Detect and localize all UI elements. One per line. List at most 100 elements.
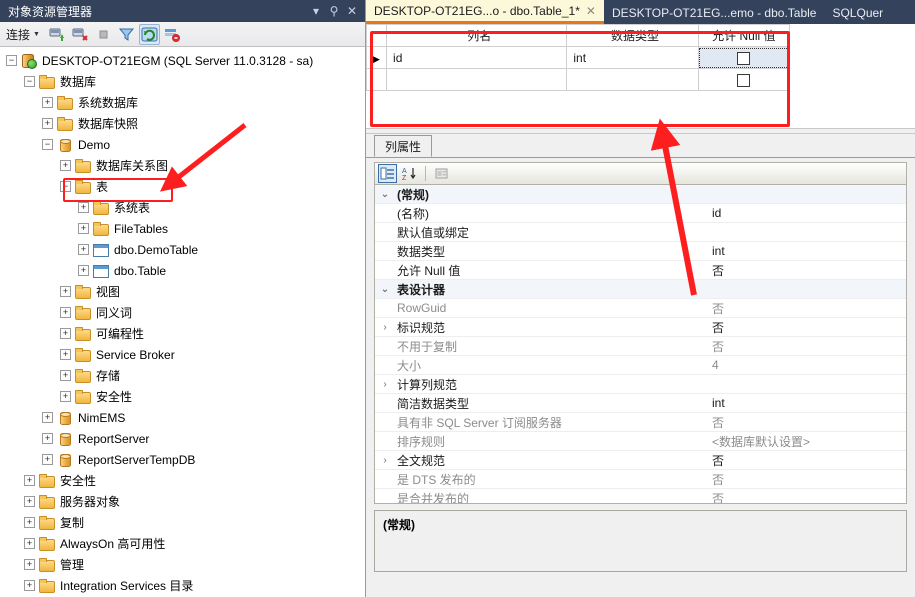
category-chevron-icon[interactable]: ⌄ (375, 284, 395, 295)
document-tab[interactable]: DESKTOP-OT21EG...emo - dbo.Table (604, 2, 825, 24)
tree-node[interactable]: + Integration Services 目录 (0, 575, 365, 596)
property-row[interactable]: 允许 Null 值 否 (375, 261, 906, 280)
tree-node[interactable]: + ReportServerTempDB (0, 449, 365, 470)
collapse-icon[interactable]: − (6, 55, 17, 66)
expand-icon[interactable]: + (42, 412, 53, 423)
tree-node[interactable]: − 表 (0, 176, 365, 197)
expand-chevron-icon[interactable]: › (375, 455, 395, 466)
property-value[interactable]: <数据库默认设置> (706, 433, 906, 450)
property-value[interactable]: 否 (706, 490, 906, 504)
collapse-icon[interactable]: − (60, 181, 71, 192)
expand-icon[interactable]: + (24, 559, 35, 570)
expand-icon[interactable]: + (60, 307, 71, 318)
tree-node[interactable]: + 系统表 (0, 197, 365, 218)
expand-icon[interactable]: + (78, 202, 89, 213)
cell-allow-null[interactable] (697, 46, 791, 69)
property-row[interactable]: 是合并发布的 否 (375, 489, 906, 504)
expand-icon[interactable]: + (42, 454, 53, 465)
property-value[interactable]: int (706, 396, 906, 410)
cell-data-type[interactable] (566, 68, 699, 91)
connect-object-explorer-icon[interactable] (47, 24, 68, 45)
tree-node[interactable]: + 服务器对象 (0, 491, 365, 512)
property-category-row[interactable]: ⌄ (常规) (375, 185, 906, 204)
property-value[interactable]: 否 (706, 452, 906, 469)
property-row[interactable]: 具有非 SQL Server 订阅服务器 否 (375, 413, 906, 432)
filter-icon[interactable] (116, 24, 137, 45)
tree-node[interactable]: + AlwaysOn 高可用性 (0, 533, 365, 554)
expand-icon[interactable]: + (24, 517, 35, 528)
tree-node[interactable]: + 复制 (0, 512, 365, 533)
property-value[interactable]: 否 (706, 262, 906, 279)
allow-null-checkbox[interactable] (737, 73, 751, 87)
tree-node[interactable]: − Demo (0, 134, 365, 155)
tree-node[interactable]: + 安全性 (0, 386, 365, 407)
document-tab[interactable]: DESKTOP-OT21EG...o - dbo.Table_1* ✕ (366, 0, 604, 24)
table-designer-grid[interactable]: 列名 数据类型 允许 Null 值 ▶ id int (365, 24, 791, 91)
tree-node[interactable]: + 存储 (0, 365, 365, 386)
tree-node[interactable]: − DESKTOP-OT21EGM (SQL Server 11.0.3128 -… (0, 50, 365, 71)
property-row[interactable]: 不用于复制 否 (375, 337, 906, 356)
pin-icon[interactable]: ⚲ (325, 2, 343, 20)
expand-icon[interactable]: + (42, 433, 53, 444)
row-selector[interactable]: ▶ (365, 46, 388, 69)
category-chevron-icon[interactable]: ⌄ (375, 189, 395, 200)
tree-node[interactable]: + dbo.DemoTable (0, 239, 365, 260)
property-row[interactable]: 默认值或绑定 (375, 223, 906, 242)
cell-column-name[interactable] (386, 68, 568, 91)
tree-node[interactable]: + 安全性 (0, 470, 365, 491)
property-value[interactable]: 否 (706, 338, 906, 355)
property-row[interactable]: RowGuid 否 (375, 299, 906, 318)
expand-icon[interactable]: + (24, 538, 35, 549)
property-row[interactable]: (名称) id (375, 204, 906, 223)
tree-node[interactable]: + 可编程性 (0, 323, 365, 344)
alphabetical-sort-button[interactable]: AZ (400, 164, 419, 183)
property-value[interactable]: 否 (706, 414, 906, 431)
expand-icon[interactable]: + (60, 370, 71, 381)
document-tab[interactable]: SQLQuer (824, 2, 891, 24)
property-row[interactable]: 排序规则 <数据库默认设置> (375, 432, 906, 451)
property-row[interactable]: › 标识规范 否 (375, 318, 906, 337)
expand-icon[interactable]: + (78, 223, 89, 234)
property-category-row[interactable]: ⌄ 表设计器 (375, 280, 906, 299)
property-value[interactable]: 否 (706, 319, 906, 336)
disconnect-object-explorer-icon[interactable] (70, 24, 91, 45)
close-icon[interactable]: ✕ (343, 2, 361, 20)
expand-icon[interactable]: + (60, 286, 71, 297)
remove-filter-icon[interactable] (162, 24, 183, 45)
cell-allow-null[interactable] (697, 68, 791, 91)
tree-node[interactable]: + dbo.Table (0, 260, 365, 281)
property-value[interactable]: 4 (706, 358, 906, 372)
tree-node[interactable]: + Service Broker (0, 344, 365, 365)
tree-node[interactable]: + ReportServer (0, 428, 365, 449)
table-row[interactable] (365, 68, 791, 91)
expand-icon[interactable]: + (24, 580, 35, 591)
column-header-allownull[interactable]: 允许 Null 值 (697, 24, 791, 47)
expand-icon[interactable]: + (24, 496, 35, 507)
expand-chevron-icon[interactable]: › (375, 379, 395, 390)
column-header-datatype[interactable]: 数据类型 (566, 24, 699, 47)
property-row[interactable]: 数据类型 int (375, 242, 906, 261)
object-explorer-tree[interactable]: − DESKTOP-OT21EGM (SQL Server 11.0.3128 -… (0, 47, 365, 597)
collapse-icon[interactable]: − (42, 139, 53, 150)
tab-column-properties[interactable]: 列属性 (374, 135, 433, 157)
property-value[interactable]: 否 (706, 300, 906, 317)
expand-icon[interactable]: + (60, 391, 71, 402)
property-value[interactable]: 否 (706, 471, 906, 488)
property-row[interactable]: › 计算列规范 (375, 375, 906, 394)
expand-icon[interactable]: + (78, 265, 89, 276)
cell-column-name[interactable]: id (386, 46, 568, 69)
tree-node[interactable]: + 管理 (0, 554, 365, 575)
cell-data-type[interactable]: int (566, 46, 699, 69)
property-row[interactable]: 大小 4 (375, 356, 906, 375)
connect-button[interactable]: 连接 (6, 26, 30, 43)
tree-node[interactable]: + 数据库快照 (0, 113, 365, 134)
expand-icon[interactable]: + (42, 97, 53, 108)
tab-close-icon[interactable]: ✕ (586, 4, 596, 18)
expand-chevron-icon[interactable]: › (375, 322, 395, 333)
tree-node[interactable]: − 数据库 (0, 71, 365, 92)
collapse-icon[interactable]: − (24, 76, 35, 87)
tree-node[interactable]: + 视图 (0, 281, 365, 302)
allow-null-checkbox[interactable] (737, 51, 751, 65)
column-header-name[interactable]: 列名 (386, 24, 568, 47)
tree-node[interactable]: + NimEMS (0, 407, 365, 428)
